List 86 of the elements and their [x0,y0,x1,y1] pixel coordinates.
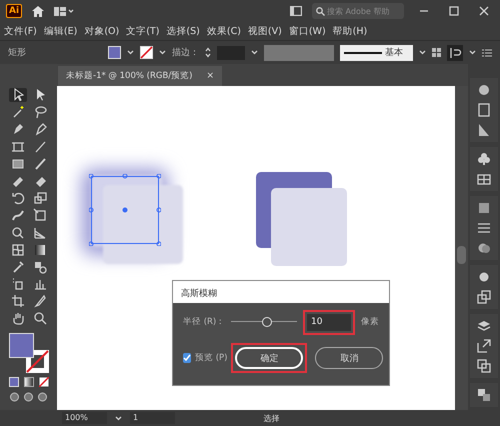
zoom-field[interactable]: 100% [62,412,107,424]
line-segment-icon[interactable] [32,140,46,154]
caret-icon[interactable] [159,50,166,55]
squares-icon[interactable] [477,290,491,304]
rectangle-icon[interactable] [10,156,24,171]
stroke-label[interactable]: 描边： [172,46,199,59]
menu-item[interactable]: 文件(F) [4,24,37,38]
grid-icon[interactable] [432,48,441,57]
fill-color-swatch[interactable] [8,333,34,358]
artboard-field[interactable]: 1 [130,412,175,424]
caret-icon[interactable] [115,416,122,420]
pathfinder-icon[interactable] [477,388,491,402]
menu-item[interactable]: 帮助(H) [332,24,368,38]
workspace-icon[interactable] [54,6,74,16]
preview-label[interactable]: 预览 (P) [195,352,228,364]
artboard-icon[interactable] [10,294,24,308]
gradient-mode-icon[interactable] [24,377,34,388]
brush-dropdown[interactable]: 基本 [340,44,413,60]
club-icon[interactable] [477,152,491,166]
ok-button[interactable]: 确定 [235,347,304,369]
corner-icon[interactable] [477,123,491,137]
panel-icon[interactable] [290,6,302,16]
caret-icon[interactable] [127,50,134,55]
eyedropper-icon[interactable] [10,260,24,274]
unit-label: 像素 [361,316,379,328]
export-icon[interactable] [477,339,491,353]
caret-icon[interactable] [419,50,426,55]
document-title: 未标题-1* @ 100% (RGB/预览) [66,70,192,82]
circles-icon[interactable] [477,241,491,255]
home-icon[interactable] [32,6,44,16]
frame-icon[interactable] [10,140,24,154]
sprayer-icon[interactable] [10,277,24,292]
layers-icon[interactable] [477,319,491,333]
knife-icon[interactable] [32,294,46,308]
page-icon[interactable] [477,103,491,117]
mesh-icon[interactable] [10,242,24,257]
preview-checkbox[interactable] [183,353,191,363]
dialog-title: 高斯模糊 [173,281,389,303]
warp-icon[interactable] [10,208,24,222]
free-transform-icon[interactable] [32,208,46,222]
none-mode-icon[interactable] [38,377,48,388]
caret-icon[interactable] [251,50,258,55]
radius-slider[interactable] [231,317,297,327]
tab-close-button[interactable]: × [206,71,214,81]
menu-item[interactable]: 视图(V) [248,24,282,38]
radius-input[interactable]: 10 [307,314,351,330]
radius-label: 半径 (R)： [183,316,226,328]
menu-item[interactable]: 选择(S) [166,24,200,38]
menu-item[interactable]: 编辑(E) [44,24,78,38]
lines-icon[interactable] [477,221,491,235]
menu-item[interactable]: 效果(C) [206,24,241,38]
object-type-label: 矩形 [8,46,26,59]
menu-item[interactable]: 窗口(W) [288,24,326,38]
app-logo: Ai [6,4,22,18]
perspective-grid-icon[interactable] [32,226,46,240]
scrollbar-thumb[interactable] [457,246,466,264]
hand-icon[interactable] [10,311,24,326]
grid-icon[interactable] [477,172,491,186]
stepper-icon[interactable] [205,47,211,58]
cancel-button[interactable]: 取消 [315,347,384,369]
menu-item[interactable]: 对象(O) [84,24,120,38]
lasso-icon[interactable] [32,105,46,120]
draw-mode-icon[interactable] [9,392,20,402]
stacked-squares-icon[interactable] [477,359,491,373]
blend-icon[interactable] [32,260,46,274]
gradient-swatch-icon[interactable] [32,242,46,257]
zoom-icon[interactable] [32,311,46,326]
bar-chart-icon[interactable] [32,277,46,292]
menu-item[interactable]: 文字(T) [126,24,160,38]
status-tool-label: 选择 [262,412,280,424]
caret-icon[interactable] [469,50,476,55]
scale-icon[interactable] [32,191,46,206]
search-icon [316,6,325,16]
list-icon[interactable] [482,48,492,56]
color-mode-icon[interactable] [8,377,18,388]
rotate-icon[interactable] [10,191,24,206]
variable-width-field[interactable] [264,44,334,60]
screen-mode-icon[interactable] [23,392,34,402]
document-tab[interactable]: 未标题-1* @ 100% (RGB/预览) × [58,66,222,86]
slider-thumb[interactable] [262,317,272,327]
align-icon[interactable] [447,44,463,60]
paintbrush-icon[interactable] [32,156,46,171]
fill-swatch[interactable] [108,46,121,59]
no-stroke-swatch[interactable] [140,46,153,59]
search-field[interactable]: 搜索 Adobe 帮助 [312,3,404,19]
edit-toolbar-icon[interactable] [37,392,48,402]
